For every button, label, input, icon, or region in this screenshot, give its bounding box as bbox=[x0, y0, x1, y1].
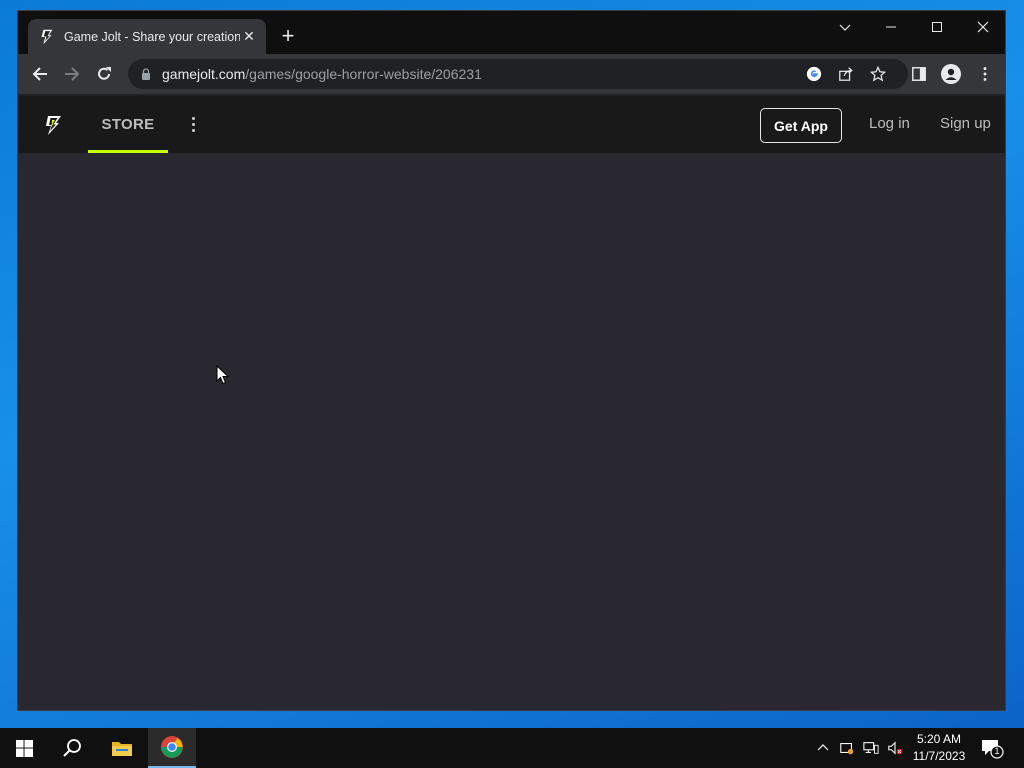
volume-muted-icon bbox=[888, 741, 903, 755]
tab-close-icon[interactable]: ✕ bbox=[240, 28, 258, 45]
device-sync-icon bbox=[840, 743, 854, 755]
side-panel-button[interactable] bbox=[909, 64, 929, 84]
browser-tab-active[interactable]: Game Jolt - Share your creations ✕ bbox=[28, 19, 266, 54]
bookmark-button[interactable] bbox=[869, 65, 887, 83]
more-options-button[interactable] bbox=[186, 114, 200, 134]
chevron-down-icon bbox=[839, 24, 851, 31]
browser-window: Game Jolt - Share your creations ✕ + gam… bbox=[17, 10, 1006, 711]
mouse-cursor-icon bbox=[216, 365, 230, 385]
tray-network-icon[interactable] bbox=[861, 738, 881, 758]
new-tab-button[interactable]: + bbox=[276, 25, 300, 47]
chevron-up-icon bbox=[817, 744, 829, 751]
maximize-button[interactable] bbox=[914, 11, 960, 43]
nav-store-link[interactable]: STORE bbox=[88, 96, 168, 153]
arrow-left-icon bbox=[32, 67, 47, 81]
google-icon bbox=[806, 66, 822, 82]
taskbar-file-explorer[interactable] bbox=[98, 728, 146, 768]
kebab-menu-icon bbox=[983, 67, 987, 81]
minimize-button[interactable] bbox=[868, 11, 914, 43]
log-in-link[interactable]: Log in bbox=[869, 115, 910, 132]
start-button[interactable] bbox=[0, 728, 48, 768]
taskbar-search-button[interactable] bbox=[48, 728, 96, 768]
network-icon bbox=[863, 742, 879, 754]
close-window-button[interactable] bbox=[960, 11, 1006, 43]
minimize-icon bbox=[886, 26, 896, 28]
clock-time: 5:20 AM bbox=[916, 732, 962, 746]
profile-avatar-icon bbox=[941, 64, 961, 84]
back-button[interactable] bbox=[28, 62, 52, 86]
search-icon bbox=[63, 739, 81, 757]
profile-button[interactable] bbox=[941, 64, 961, 84]
forward-button[interactable] bbox=[60, 62, 84, 86]
windows-taskbar: 5:20 AM 11/7/2023 1 bbox=[0, 728, 1024, 768]
tab-title: Game Jolt - Share your creations bbox=[64, 29, 240, 44]
gamejolt-logo-icon[interactable] bbox=[42, 114, 64, 136]
maximize-icon bbox=[932, 22, 942, 32]
star-icon bbox=[870, 66, 886, 82]
site-navbar: STORE Get App Log in Sign up bbox=[18, 96, 1005, 153]
notification-icon bbox=[982, 740, 1004, 759]
google-lens-button[interactable] bbox=[805, 65, 823, 83]
tab-strip: Game Jolt - Share your creations ✕ + bbox=[18, 11, 1005, 54]
chrome-icon bbox=[161, 736, 183, 758]
arrow-right-icon bbox=[65, 67, 80, 81]
tray-device-icon[interactable] bbox=[837, 738, 857, 758]
more-dot-icon bbox=[191, 116, 195, 120]
start-icon bbox=[15, 739, 33, 757]
clock-date: 11/7/2023 bbox=[912, 749, 966, 763]
more-dot-icon bbox=[191, 122, 195, 126]
share-button[interactable] bbox=[837, 65, 855, 83]
url-host: gamejolt.com bbox=[162, 66, 246, 82]
url-path: /games/google-horror-website/206231 bbox=[245, 66, 482, 82]
reload-button[interactable] bbox=[92, 62, 116, 86]
taskbar-chrome[interactable] bbox=[148, 728, 196, 768]
more-dot-icon bbox=[191, 128, 195, 132]
tab-search-button[interactable] bbox=[822, 11, 868, 43]
gamejolt-favicon-icon bbox=[41, 29, 53, 44]
lock-icon bbox=[142, 68, 150, 80]
get-app-button[interactable]: Get App bbox=[760, 108, 842, 143]
reload-icon bbox=[98, 67, 111, 80]
file-explorer-icon bbox=[112, 742, 132, 756]
sign-up-link[interactable]: Sign up bbox=[940, 115, 991, 132]
address-bar[interactable]: gamejolt.com/games/google-horror-website… bbox=[128, 59, 908, 89]
active-nav-indicator bbox=[88, 150, 168, 153]
close-icon bbox=[977, 21, 989, 33]
browser-menu-button[interactable] bbox=[975, 64, 995, 84]
page-content: STORE Get App Log in Sign up bbox=[18, 96, 1005, 710]
browser-toolbar: gamejolt.com/games/google-horror-website… bbox=[18, 54, 1005, 94]
action-center-button[interactable]: 1 bbox=[980, 736, 1004, 760]
notification-count: 1 bbox=[994, 746, 1000, 756]
share-icon bbox=[839, 67, 853, 81]
side-panel-icon bbox=[912, 67, 926, 81]
taskbar-clock[interactable]: 5:20 AM 11/7/2023 bbox=[908, 731, 970, 765]
tray-volume-icon[interactable] bbox=[885, 738, 905, 758]
show-hidden-icons-button[interactable] bbox=[813, 738, 833, 758]
